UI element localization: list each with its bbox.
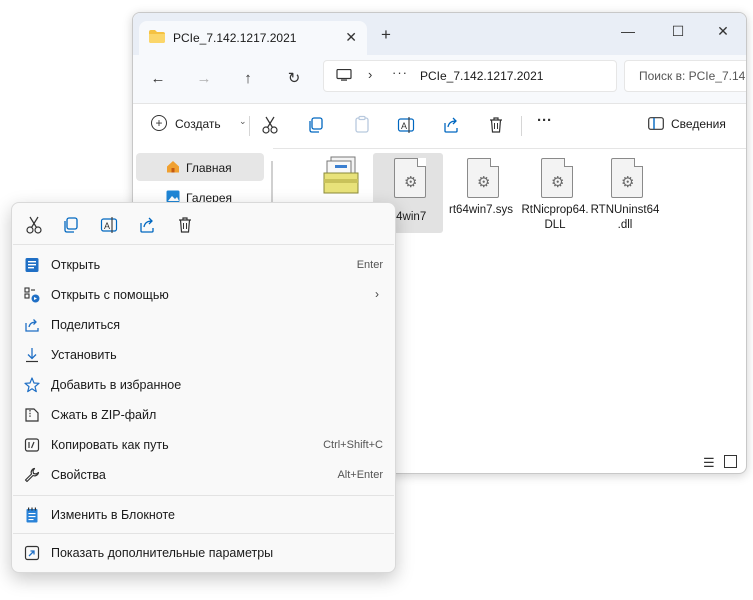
gear-file-icon: ⚙ bbox=[467, 158, 499, 198]
menu-item-label: Сжать в ZIP-файл bbox=[51, 408, 157, 422]
svg-text:A: A bbox=[104, 221, 110, 231]
copy-path-icon bbox=[24, 438, 40, 452]
menu-divider bbox=[13, 244, 394, 245]
zip-icon bbox=[25, 408, 39, 422]
new-tab-button[interactable]: + bbox=[381, 25, 391, 45]
copy-icon[interactable] bbox=[307, 114, 325, 136]
share-icon bbox=[25, 319, 39, 332]
file-name: rt64win7.sys bbox=[449, 204, 513, 216]
menu-item-open[interactable]: Открыть Enter bbox=[16, 251, 391, 279]
refresh-button[interactable]: ↻ bbox=[283, 69, 305, 89]
tab-pcie[interactable]: PCIe_7.142.1217.2021 ✕ bbox=[139, 21, 367, 55]
menu-item-label: Установить bbox=[51, 348, 117, 362]
details-label: Сведения bbox=[671, 117, 726, 131]
menu-item-copy-path[interactable]: Копировать как путь Ctrl+Shift+C bbox=[16, 431, 391, 459]
cut-icon[interactable] bbox=[261, 114, 279, 136]
back-button[interactable]: ← bbox=[147, 69, 169, 89]
breadcrumb-chevron[interactable]: › bbox=[368, 67, 372, 82]
gear-file-icon: ⚙ bbox=[394, 158, 426, 198]
menu-item-install[interactable]: Установить bbox=[16, 341, 391, 369]
menu-item-label: Изменить в Блокноте bbox=[51, 508, 176, 522]
open-with-icon bbox=[24, 287, 40, 303]
cut-icon[interactable] bbox=[24, 215, 44, 235]
more-options-icon bbox=[24, 545, 40, 561]
tiles-view-icon[interactable] bbox=[724, 455, 738, 468]
plus-icon: + bbox=[151, 115, 167, 131]
wrench-icon bbox=[24, 467, 40, 483]
share-icon[interactable] bbox=[442, 114, 460, 136]
forward-button[interactable]: → bbox=[193, 69, 215, 89]
command-bar: + Создать ⌄ A ··· Сведения bbox=[133, 103, 746, 149]
file-item-rtnuninst64[interactable]: ⚙ RTNUninst64.dll bbox=[590, 153, 660, 233]
menu-item-add-favorites[interactable]: Добавить в избранное bbox=[16, 371, 391, 399]
menu-item-label: Открыть с помощью bbox=[51, 288, 169, 302]
details-view-icon[interactable]: ☰ bbox=[703, 455, 715, 470]
file-item-rtnicprop64[interactable]: ⚙ RtNicprop64.DLL bbox=[520, 153, 590, 233]
delete-icon[interactable] bbox=[487, 114, 505, 136]
delete-icon[interactable] bbox=[175, 215, 195, 235]
menu-item-label: Показать дополнительные параметры bbox=[51, 546, 274, 560]
toolbar-divider bbox=[249, 116, 250, 136]
create-button[interactable]: + Создать ⌄ bbox=[151, 114, 247, 136]
sidebar-item-label: Главная bbox=[186, 161, 232, 175]
menu-item-label: Свойства bbox=[51, 468, 106, 482]
svg-text:A: A bbox=[401, 121, 407, 131]
menu-item-label: Копировать как путь bbox=[51, 438, 169, 452]
view-switcher: ☰ bbox=[703, 455, 738, 471]
search-placeholder: Поиск в: PCIe_7.14 bbox=[639, 69, 746, 83]
notepad-icon bbox=[26, 507, 38, 523]
up-button[interactable]: ↑ bbox=[237, 69, 259, 89]
gear-file-icon: ⚙ bbox=[611, 158, 643, 198]
minimize-button[interactable]: — bbox=[613, 19, 643, 43]
breadcrumb-more[interactable]: ··· bbox=[392, 65, 408, 80]
paste-icon[interactable] bbox=[353, 114, 371, 136]
install-icon bbox=[26, 348, 38, 363]
navigation-bar: ← → ↑ ↻ › ··· PCIe_7.142.1217.2021 Поиск… bbox=[133, 55, 746, 103]
file-name: RTNUninst64.dll bbox=[590, 204, 660, 231]
context-menu: A Открыть Enter Открыть с помощью › Поде… bbox=[11, 202, 396, 573]
tab-close-button[interactable]: ✕ bbox=[345, 29, 357, 46]
menu-item-shortcut: Alt+Enter bbox=[337, 469, 383, 481]
menu-item-shortcut: Enter bbox=[356, 259, 383, 271]
file-item-rt64win7[interactable]: ⚙ rt64win7.sys bbox=[446, 153, 516, 233]
open-icon bbox=[25, 258, 39, 272]
menu-item-share[interactable]: Поделиться bbox=[16, 311, 391, 339]
rename-icon[interactable]: A bbox=[99, 215, 119, 235]
address-bar[interactable]: › ··· PCIe_7.142.1217.2021 bbox=[323, 60, 617, 92]
menu-divider bbox=[13, 533, 394, 534]
file-name: RtNicprop64.DLL bbox=[521, 204, 589, 231]
title-bar: PCIe_7.142.1217.2021 ✕ + — ☐ ✕ bbox=[133, 13, 746, 55]
more-actions-button[interactable]: ··· bbox=[537, 112, 552, 134]
menu-item-label: Поделиться bbox=[51, 318, 121, 332]
folder-icon bbox=[149, 30, 165, 43]
search-input[interactable]: Поиск в: PCIe_7.14 bbox=[624, 60, 746, 92]
breadcrumb-path[interactable]: PCIe_7.142.1217.2021 bbox=[420, 69, 543, 83]
close-window-button[interactable]: ✕ bbox=[708, 19, 738, 43]
menu-item-show-more-options[interactable]: Показать дополнительные параметры bbox=[16, 539, 391, 567]
sidebar-item-home[interactable]: Главная bbox=[136, 153, 264, 181]
chevron-right-icon: › bbox=[375, 287, 379, 301]
setup-icon bbox=[323, 156, 359, 194]
menu-item-properties[interactable]: Свойства Alt+Enter bbox=[16, 461, 391, 489]
toolbar-divider bbox=[521, 116, 522, 136]
home-icon bbox=[167, 161, 179, 173]
star-icon bbox=[24, 377, 40, 393]
share-icon[interactable] bbox=[137, 215, 157, 235]
menu-item-open-with[interactable]: Открыть с помощью › bbox=[16, 281, 391, 309]
menu-item-label: Открыть bbox=[51, 258, 101, 272]
computer-icon bbox=[336, 69, 352, 81]
menu-divider bbox=[13, 495, 394, 496]
tab-title: PCIe_7.142.1217.2021 bbox=[173, 31, 297, 45]
maximize-button[interactable]: ☐ bbox=[663, 19, 693, 43]
create-label: Создать bbox=[175, 117, 221, 131]
gear-file-icon: ⚙ bbox=[541, 158, 573, 198]
copy-icon[interactable] bbox=[61, 215, 81, 235]
chevron-down-icon: ⌄ bbox=[239, 116, 247, 126]
rename-icon[interactable]: A bbox=[397, 114, 415, 136]
details-pane-icon bbox=[648, 117, 664, 130]
menu-item-label: Добавить в избранное bbox=[51, 378, 182, 392]
menu-item-edit-notepad[interactable]: Изменить в Блокноте bbox=[16, 501, 391, 529]
menu-item-shortcut: Ctrl+Shift+C bbox=[323, 439, 383, 451]
menu-item-zip[interactable]: Сжать в ZIP-файл bbox=[16, 401, 391, 429]
